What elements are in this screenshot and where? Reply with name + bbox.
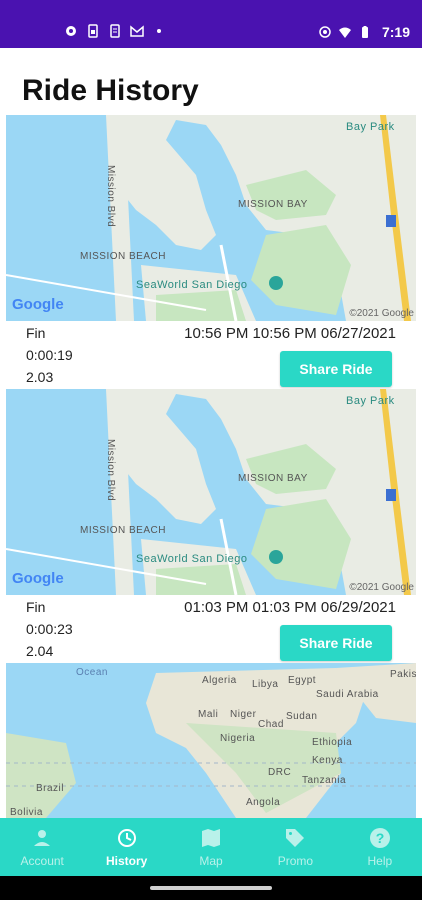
map-label: Libya [252, 679, 279, 690]
map-label: DRC [268, 767, 292, 778]
system-icons: 7:19 [318, 24, 410, 40]
ride-info: Fin 0:00:23 2.04 01:03 PM 01:03 PM 06/29… [6, 595, 416, 663]
ride-status: Fin [26, 599, 46, 615]
sim-icon [88, 24, 98, 38]
map-label: Saudi Arabia [316, 689, 379, 700]
map-label: SeaWorld San Diego [136, 279, 248, 291]
ride-card[interactable]: Mission Blvd MISSION BAY MISSION BEACH S… [6, 115, 416, 389]
share-ride-button[interactable]: Share Ride [280, 351, 392, 387]
ride-distance: 2.03 [26, 369, 54, 385]
map-label: Mission Blvd [105, 439, 116, 502]
ride-duration: 0:00:23 [26, 621, 73, 637]
google-logo: Google [12, 296, 64, 313]
map-label: Mali [198, 709, 219, 720]
map-label: Niger [230, 709, 257, 720]
settings-icon [66, 26, 76, 36]
map-label: Brazil [36, 783, 65, 794]
map-label: MISSION BEACH [80, 525, 166, 536]
map-label: Tanzania [302, 775, 347, 786]
promo-tag-icon [286, 829, 305, 847]
map-label: Nigeria [220, 733, 256, 744]
ride-status: Fin [26, 325, 46, 341]
page-title: Ride History [22, 74, 199, 107]
gesture-bar [0, 876, 422, 900]
world-map-graphic [6, 663, 416, 818]
share-ride-button[interactable]: Share Ride [280, 625, 392, 661]
map-label: MISSION BEACH [80, 251, 166, 262]
ride-info: Fin 0:00:19 2.03 10:56 PM 10:56 PM 06/27… [6, 321, 416, 389]
ride-time-range: 10:56 PM 10:56 PM 06/27/2021 [184, 325, 396, 342]
map-label: Ocean [76, 667, 108, 678]
map-label: MISSION BAY [238, 199, 308, 210]
nav-item-history[interactable]: History [84, 818, 168, 876]
nav-label: Promo [277, 854, 314, 868]
bottom-nav: Account History Map Promo ? Help [0, 818, 422, 876]
world-map[interactable]: Ocean Algeria Libya Egypt Saudi Arabia M… [6, 663, 416, 818]
map-label: Kenya [312, 755, 343, 766]
document-icon [110, 24, 120, 38]
nav-item-account[interactable]: Account [0, 818, 84, 876]
map-label: Sudan [286, 711, 318, 722]
map-label: Ethiopia [312, 737, 353, 748]
nav-item-map[interactable]: Map [169, 818, 253, 876]
map-label: Egypt [288, 675, 317, 686]
battery-icon [361, 26, 368, 38]
account-icon [34, 830, 51, 846]
map-label: SeaWorld San Diego [136, 553, 248, 565]
map-copyright: ©2021 Google [349, 582, 414, 593]
nav-label: Account [20, 854, 64, 868]
nav-label: Map [199, 854, 223, 868]
map-label: Chad [258, 719, 284, 730]
ride-distance: 2.04 [26, 643, 54, 659]
map-label: Angola [246, 797, 281, 808]
ride-card[interactable]: Mission Blvd MISSION BAY MISSION BEACH S… [6, 389, 416, 663]
svg-text:?: ? [376, 830, 385, 846]
map-label: MISSION BAY [238, 473, 308, 484]
nav-item-promo[interactable]: Promo [253, 818, 337, 876]
nav-label: Help [367, 854, 393, 868]
map-label: Pakis [390, 669, 416, 680]
google-logo: Google [12, 570, 64, 587]
map-label: Bay Park [346, 121, 395, 133]
ride-map[interactable]: Mission Blvd MISSION BAY MISSION BEACH S… [6, 389, 416, 595]
map-icon [202, 829, 221, 847]
ride-map[interactable]: Mission Blvd MISSION BAY MISSION BEACH S… [6, 115, 416, 321]
gmail-icon [130, 25, 144, 37]
vpn-icon [319, 26, 331, 38]
map-label: Algeria [202, 675, 237, 686]
map-label: Bolivia [10, 807, 43, 818]
wifi-icon [338, 27, 351, 38]
help-icon: ? [369, 828, 390, 848]
map-label: Mission Blvd [105, 165, 116, 228]
map-copyright: ©2021 Google [349, 308, 414, 319]
dot-icon [157, 29, 161, 33]
nav-label: History [105, 854, 148, 868]
ride-time-range: 01:03 PM 01:03 PM 06/29/2021 [184, 599, 396, 616]
map-label: Bay Park [346, 395, 395, 407]
history-icon [117, 829, 136, 847]
gesture-handle[interactable] [150, 886, 272, 890]
nav-item-help[interactable]: ? Help [338, 818, 422, 876]
notification-icons [64, 24, 166, 38]
status-time: 7:19 [381, 24, 410, 40]
ride-duration: 0:00:19 [26, 347, 73, 363]
status-bar: 7:19 [0, 0, 422, 48]
